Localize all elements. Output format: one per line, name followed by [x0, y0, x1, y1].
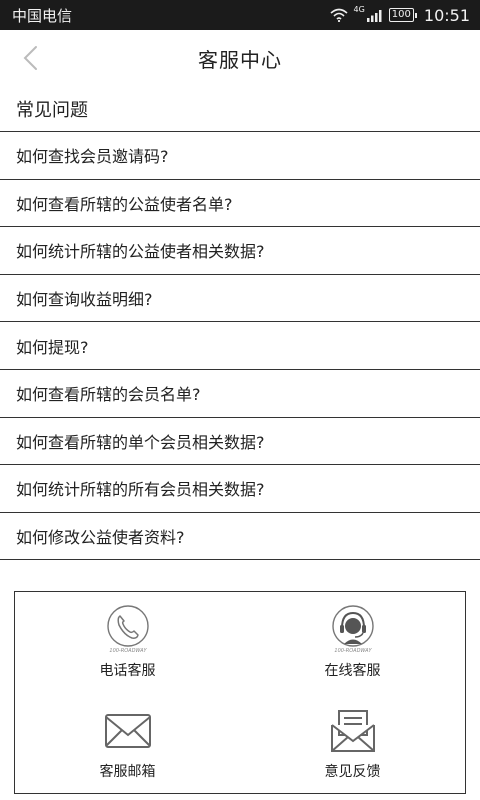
email-service-label: 客服邮箱: [99, 763, 156, 780]
faq-item[interactable]: 如何查看所辖的公益使者名单?: [0, 180, 480, 228]
faq-item[interactable]: 如何统计所辖的所有会员相关数据?: [0, 465, 480, 513]
network-type: 4G: [353, 5, 365, 14]
feedback-label: 意见反馈: [324, 763, 381, 780]
status-icons: 4G 100 10:51: [329, 5, 470, 25]
faq-list: 如何查找会员邀请码? 如何查看所辖的公益使者名单? 如何统计所辖的公益使者相关数…: [0, 132, 480, 561]
online-service-label: 在线客服: [324, 663, 381, 679]
chevron-left-icon[interactable]: [18, 44, 46, 72]
faq-item[interactable]: 如何提现?: [0, 322, 480, 370]
clock: 10:51: [423, 5, 470, 25]
faq-heading: 常见问题: [0, 86, 480, 132]
brand-badge: 100-ROADWAY: [334, 648, 372, 654]
envelope-icon: [104, 713, 151, 748]
online-service-button[interactable]: 100-ROADWAY 在线客服: [240, 592, 465, 693]
title-bar: 客服中心: [0, 30, 480, 86]
feedback-envelope-icon: [330, 709, 375, 752]
wifi-icon: [329, 8, 348, 22]
service-panel: 100-ROADWAY 电话客服 100-ROADWAY 在线客服 客服邮箱 意…: [14, 591, 466, 794]
faq-item[interactable]: 如何查询收益明细?: [0, 275, 480, 323]
feedback-button[interactable]: 意见反馈: [240, 693, 465, 794]
page-title: 客服中心: [198, 47, 282, 72]
email-service-button[interactable]: 客服邮箱: [15, 693, 240, 794]
faq-item[interactable]: 如何统计所辖的公益使者相关数据?: [0, 227, 480, 275]
brand-badge: 100-ROADWAY: [109, 648, 147, 654]
carrier-name: 中国电信: [12, 6, 73, 25]
headset-agent-icon: 100-ROADWAY: [331, 605, 374, 654]
signal-icon: [366, 9, 382, 22]
faq-item[interactable]: 如何修改公益使者资料?: [0, 513, 480, 561]
faq-item[interactable]: 如何查看所辖的单个会员相关数据?: [0, 418, 480, 466]
status-bar: 中国电信 4G 100 10:51: [0, 0, 480, 30]
faq-item[interactable]: 如何查看所辖的会员名单?: [0, 370, 480, 418]
phone-service-button[interactable]: 100-ROADWAY 电话客服: [15, 592, 240, 693]
phone-icon: 100-ROADWAY: [106, 605, 149, 654]
battery-icon: 100: [388, 8, 417, 22]
phone-service-label: 电话客服: [99, 663, 156, 679]
faq-item[interactable]: 如何查找会员邀请码?: [0, 132, 480, 180]
